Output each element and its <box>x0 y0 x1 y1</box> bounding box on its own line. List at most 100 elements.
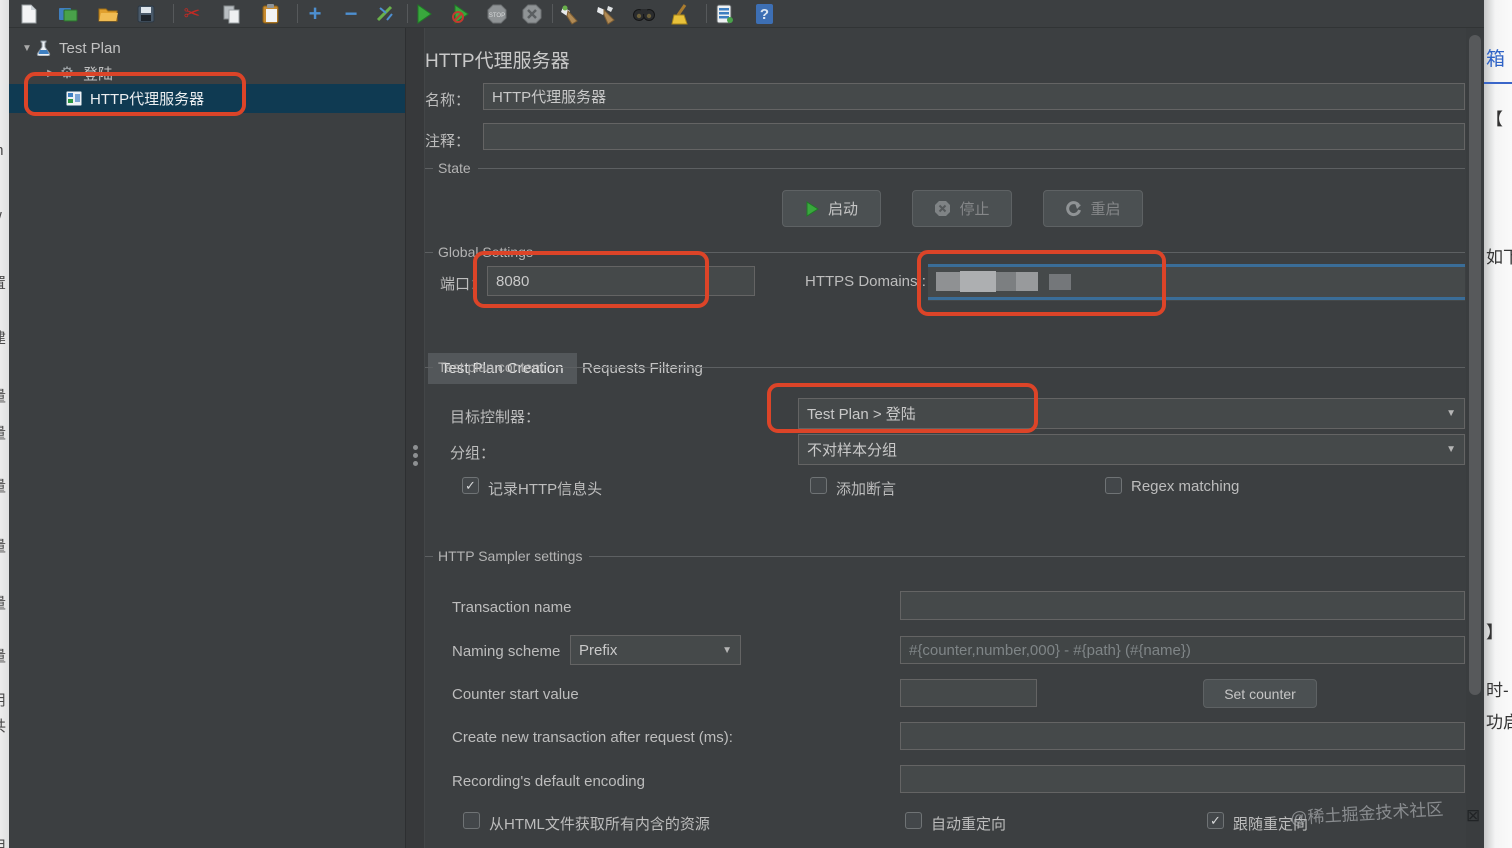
grouping-select[interactable]: 不对样本分组 ▼ <box>798 434 1465 465</box>
article-fragment: 】 <box>1486 623 1503 642</box>
article-left-fragment: 用 <box>0 835 9 848</box>
follow-redirects-checkbox[interactable]: ✓ <box>1207 812 1224 829</box>
thread-group-icon: ⚙ <box>59 65 75 82</box>
help-icon[interactable]: ? <box>753 3 775 25</box>
toolbar-separator <box>297 4 298 23</box>
port-input[interactable] <box>487 266 755 296</box>
save-icon[interactable] <box>135 3 157 25</box>
auto-redirect-checkbox[interactable] <box>905 812 922 829</box>
new-transaction-input[interactable] <box>900 722 1465 750</box>
paste-icon[interactable] <box>259 3 281 25</box>
http-sampler-settings-group-title: HTTP Sampler settings <box>425 548 1465 564</box>
naming-format-input[interactable] <box>900 636 1465 664</box>
svg-text:?: ? <box>759 6 768 23</box>
templates-icon[interactable] <box>57 3 79 25</box>
default-encoding-input[interactable] <box>900 765 1465 793</box>
article-fragment: 箱 <box>1486 49 1506 70</box>
stop-icon[interactable]: STOP <box>486 3 508 25</box>
article-left-fragment: w <box>0 207 9 224</box>
reset-search-icon[interactable] <box>669 3 691 25</box>
default-encoding-label: Recording's default encoding <box>452 773 645 790</box>
panel-splitter[interactable] <box>405 28 425 848</box>
scrollbar-thumb[interactable] <box>1469 35 1481 695</box>
https-domains-input[interactable] <box>928 264 1465 301</box>
start-no-pauses-icon[interactable] <box>450 3 472 25</box>
tree-item-login[interactable]: ▶ ⚙ 登陆 <box>9 61 405 85</box>
article-fragment: 功启 <box>1486 713 1512 732</box>
tree-item-http-proxy[interactable]: HTTP代理服务器 <box>9 84 405 113</box>
tree-item-test-plan[interactable]: ▼ Test Plan <box>9 36 405 60</box>
article-heading-rule <box>1484 82 1512 84</box>
transaction-name-input[interactable] <box>900 591 1465 620</box>
name-input[interactable] <box>483 83 1465 110</box>
start-button-icon <box>806 200 819 217</box>
test-plan-icon <box>34 40 52 56</box>
article-left-fragment: 、 <box>0 789 9 810</box>
article-left-fragment: 建 <box>0 327 9 348</box>
comment-input[interactable] <box>483 123 1465 150</box>
new-transaction-label: Create new transaction after request (ms… <box>452 729 733 746</box>
target-controller-value: Test Plan > 登陆 <box>807 406 916 423</box>
comment-label: 注释： <box>425 133 471 150</box>
naming-scheme-label: Naming scheme <box>452 643 561 660</box>
collapse-all-icon[interactable]: − <box>340 3 362 25</box>
tree-item-label: 登陆 <box>83 65 114 83</box>
counter-start-value-input[interactable] <box>900 679 1037 707</box>
transaction-name-label: Transaction name <box>452 599 572 616</box>
chevron-down-icon: ▼ <box>1446 408 1456 419</box>
start-icon[interactable] <box>413 3 435 25</box>
vertical-scrollbar[interactable] <box>1466 28 1484 848</box>
add-assertions-checkbox[interactable] <box>810 477 827 494</box>
restart-button-icon <box>1066 200 1082 216</box>
expand-arrow-icon[interactable]: ▶ <box>44 68 58 79</box>
proxy-server-icon <box>65 91 83 107</box>
retrieve-embedded-resources-label: 从HTML文件获取所有内含的资源 <box>489 816 710 833</box>
test-plan-tree: ▼ Test Plan ▶ ⚙ 登陆 HTTP代理服务器 <box>9 28 405 848</box>
toolbar: ✂ + − STOP ? <box>9 0 1484 28</box>
grouping-label: 分组： <box>450 445 496 462</box>
start-button[interactable]: 启动 <box>782 190 881 227</box>
collapse-arrow-icon[interactable]: ▼ <box>20 43 34 54</box>
record-http-headers-checkbox[interactable]: ✓ <box>462 477 479 494</box>
toolbar-separator <box>552 4 553 23</box>
new-file-icon[interactable] <box>18 3 40 25</box>
naming-scheme-select[interactable]: Prefix ▼ <box>570 635 741 665</box>
article-left-fragment: 置 <box>0 272 9 293</box>
name-label: 名称： <box>425 92 471 109</box>
search-icon[interactable] <box>633 3 655 25</box>
expand-all-icon[interactable]: + <box>304 3 326 25</box>
cut-icon[interactable]: ✂ <box>181 3 203 25</box>
copy-icon[interactable] <box>221 3 243 25</box>
restart-button[interactable]: 重启 <box>1043 190 1143 227</box>
set-counter-button[interactable]: Set counter <box>1203 679 1317 708</box>
regex-matching-checkbox[interactable] <box>1105 477 1122 494</box>
toggle-icon[interactable] <box>375 3 397 25</box>
article-left-fragment: 量 <box>0 535 9 556</box>
article-left-fragment: 共 <box>0 715 9 736</box>
article-fragment: 【 <box>1486 110 1503 129</box>
target-controller-select[interactable]: Test Plan > 登陆 ▼ <box>798 398 1465 429</box>
state-group-title: State <box>425 160 1465 176</box>
article-left-fragment: 量 <box>0 592 9 613</box>
port-label: 端口： <box>440 276 486 293</box>
record-http-headers-label: 记录HTTP信息头 <box>488 481 603 498</box>
article-left-fragment: 量 <box>0 385 9 406</box>
function-helper-icon[interactable] <box>713 3 735 25</box>
jmeter-window: mw置建量量量量量量用共、用 ✂ + − STOP <box>0 0 1512 848</box>
article-left-margin: mw置建量量量量量量用共、用 <box>0 0 9 848</box>
clear-all-icon[interactable] <box>595 3 617 25</box>
stop-button[interactable]: 停止 <box>912 190 1012 227</box>
toolbar-separator <box>407 4 408 23</box>
retrieve-embedded-resources-checkbox[interactable] <box>463 812 480 829</box>
article-left-fragment: 用 <box>0 689 9 710</box>
article-fragment: 时- <box>1486 681 1509 700</box>
chevron-down-icon: ▼ <box>722 644 732 656</box>
shutdown-icon[interactable] <box>521 3 543 25</box>
open-icon[interactable] <box>97 3 119 25</box>
regex-matching-label: Regex matching <box>1131 478 1240 495</box>
https-field-top-border <box>928 264 1465 267</box>
article-left-fragment: m <box>0 142 9 159</box>
article-fragment: 如下 <box>1486 248 1512 267</box>
clear-icon[interactable] <box>558 3 580 25</box>
tree-item-label: Test Plan <box>59 39 121 57</box>
